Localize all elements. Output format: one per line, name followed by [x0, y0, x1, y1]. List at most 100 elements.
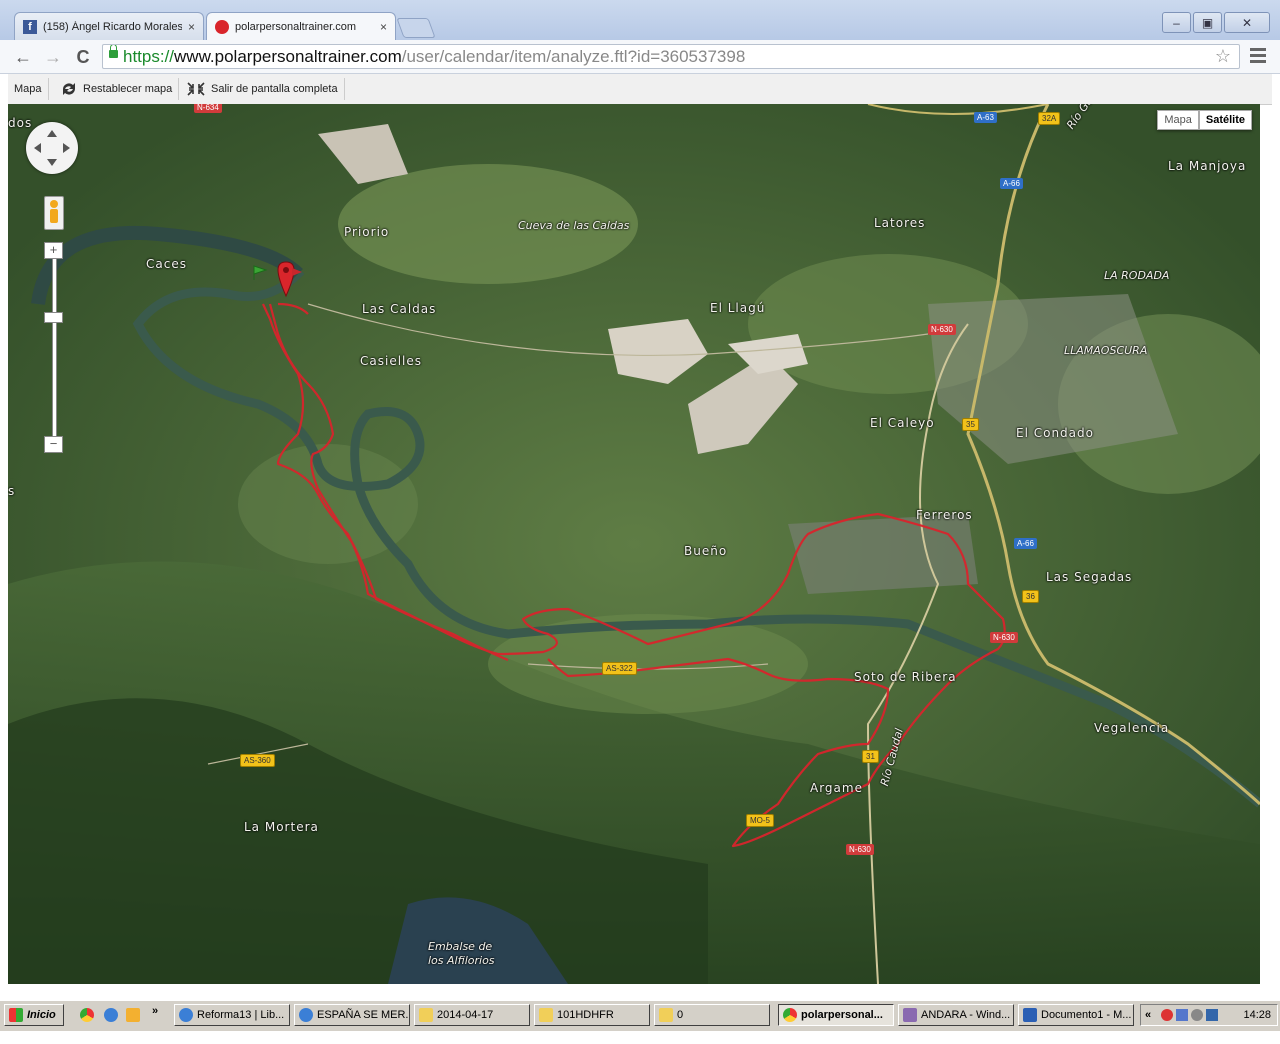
map-label: Las Segadas — [1046, 570, 1133, 584]
mapa-button[interactable]: Mapa — [8, 78, 49, 100]
app-icon — [903, 1008, 917, 1022]
taskbar-item-label: 2014-04-17 — [437, 1009, 494, 1021]
taskbar-item-label: ESPAÑA SE MER... — [317, 1009, 410, 1021]
tab-polarpersonaltrainer[interactable]: polarpersonaltrainer.com × — [206, 12, 396, 41]
tray-expand-icon[interactable]: « — [1145, 1009, 1151, 1021]
tab-label: (158) Ángel Ricardo Morales — [43, 20, 182, 33]
close-tab-icon[interactable]: × — [380, 20, 387, 34]
windows-taskbar: Inicio » Reforma13 | Lib... ESPAÑA SE ME… — [0, 1000, 1280, 1031]
tab-facebook[interactable]: f (158) Ángel Ricardo Morales × — [14, 12, 204, 40]
exit-fullscreen-icon — [187, 82, 205, 96]
chrome-icon[interactable] — [80, 1008, 94, 1022]
close-window-button[interactable]: ✕ — [1224, 12, 1270, 33]
taskbar-item-label: 101HDHFR — [557, 1009, 614, 1021]
exit-fullscreen-button[interactable]: Salir de pantalla completa — [180, 78, 345, 100]
road-sign: 35 — [962, 418, 979, 431]
zoom-slider-track[interactable] — [52, 244, 57, 446]
app-icon[interactable] — [126, 1008, 140, 1022]
back-button[interactable]: ← — [12, 46, 34, 68]
taskbar-item-label: Documento1 - M... — [1041, 1009, 1132, 1021]
taskbar-item-label: polarpersonal... — [801, 1009, 883, 1021]
exit-fullscreen-label: Salir de pantalla completa — [211, 83, 338, 95]
minimize-button[interactable]: – — [1162, 12, 1191, 33]
taskbar-item[interactable]: ANDARA - Wind... — [898, 1004, 1014, 1026]
close-tab-icon[interactable]: × — [188, 20, 195, 34]
forward-button[interactable]: → — [42, 46, 64, 68]
folder-icon — [659, 1008, 673, 1022]
ie-icon — [299, 1008, 313, 1022]
zoom-in-button[interactable]: + — [44, 242, 63, 259]
zoom-out-button[interactable]: − — [44, 436, 63, 453]
maximize-button[interactable]: ▣ — [1193, 12, 1222, 33]
taskbar-item-active[interactable]: polarpersonal... — [778, 1004, 894, 1026]
taskbar-item[interactable]: ESPAÑA SE MER... — [294, 1004, 410, 1026]
quicklaunch-more-icon[interactable]: » — [152, 1005, 158, 1017]
satellite-map[interactable]: dos Caces Priorio Cueva de las Caldas La… — [8, 104, 1260, 984]
windows-logo-icon — [9, 1008, 23, 1022]
end-flag-icon — [292, 268, 302, 282]
map-label: La Mortera — [244, 820, 319, 834]
map-type-satellite-button[interactable]: Satélite — [1198, 110, 1252, 130]
map-label: El Caleyo — [870, 416, 935, 430]
lock-icon — [109, 45, 118, 58]
map-label: El Llagú — [710, 301, 766, 315]
url-scheme: https:// — [123, 47, 175, 66]
browser-toolbar: ← → C https://www.polarpersonaltrainer.c… — [0, 40, 1280, 74]
taskbar-item[interactable]: 2014-04-17 — [414, 1004, 530, 1026]
facebook-icon: f — [23, 19, 37, 34]
taskbar-item[interactable]: Reforma13 | Lib... — [174, 1004, 290, 1026]
road-sign: AS-360 — [240, 754, 275, 767]
reload-button[interactable]: C — [72, 46, 94, 68]
chrome-menu-icon[interactable] — [1250, 48, 1266, 64]
new-tab-button[interactable] — [396, 18, 436, 38]
map-label: El Condado — [1016, 426, 1094, 440]
map-label: LA RODADA — [1104, 269, 1170, 282]
address-bar[interactable]: https://www.polarpersonaltrainer.com/use… — [102, 44, 1240, 69]
reset-map-button[interactable]: Restablecer mapa — [54, 78, 180, 100]
ie-icon — [179, 1008, 193, 1022]
road-sign: N-630 — [928, 324, 956, 335]
map-label: Caces — [146, 257, 187, 271]
antivirus-icon[interactable] — [1161, 1009, 1173, 1021]
ie-icon[interactable] — [104, 1008, 118, 1022]
pan-arrows-icon — [34, 130, 70, 166]
map-label: Cueva de las Caldas — [518, 219, 630, 232]
road-sign: N-630 — [846, 844, 874, 855]
volume-icon[interactable] — [1191, 1009, 1203, 1021]
map-type-map-button[interactable]: Mapa — [1157, 110, 1199, 130]
road-sign: A-66 — [1014, 538, 1037, 549]
road-sign: 32A — [1038, 112, 1061, 125]
bookmark-star-icon[interactable]: ☆ — [1215, 45, 1231, 68]
taskbar-item[interactable]: Documento1 - M... — [1018, 1004, 1134, 1026]
update-icon[interactable] — [1206, 1009, 1218, 1021]
map-label: Priorio — [344, 225, 390, 239]
pan-control[interactable] — [26, 122, 78, 174]
taskbar-item-label: ANDARA - Wind... — [921, 1009, 1011, 1021]
map-label: Bueño — [684, 544, 728, 558]
start-button[interactable]: Inicio — [4, 1004, 64, 1026]
map-label: Casielles — [360, 354, 423, 368]
road-sign: A-63 — [974, 112, 997, 123]
clock: 14:28 — [1243, 1009, 1271, 1021]
start-flag-icon — [253, 265, 268, 280]
map-label: Las Caldas — [362, 302, 437, 316]
street-view-pegman-icon[interactable] — [44, 196, 64, 230]
zoom-slider-handle[interactable] — [44, 312, 63, 323]
network-icon[interactable] — [1176, 1009, 1188, 1021]
word-icon — [1023, 1008, 1037, 1022]
map-label: los Alfilorios — [428, 954, 495, 967]
map-label: La Manjoya — [1168, 159, 1247, 173]
reset-map-label: Restablecer mapa — [83, 83, 173, 95]
reset-map-icon — [63, 83, 75, 95]
taskbar-item[interactable]: 101HDHFR — [534, 1004, 650, 1026]
taskbar-item[interactable]: 0 — [654, 1004, 770, 1026]
map-type-control: Mapa Satélite — [1157, 110, 1252, 130]
map-label: Soto de Ribera — [854, 670, 957, 684]
road-sign: 36 — [1022, 590, 1039, 603]
tray-icons — [1161, 1009, 1218, 1021]
folder-icon — [539, 1008, 553, 1022]
screen-bottom-strip — [0, 1031, 1280, 1044]
road-sign: 31 — [862, 750, 879, 763]
taskbar-item-label: Reforma13 | Lib... — [197, 1009, 285, 1021]
map-imagery — [8, 104, 1260, 984]
